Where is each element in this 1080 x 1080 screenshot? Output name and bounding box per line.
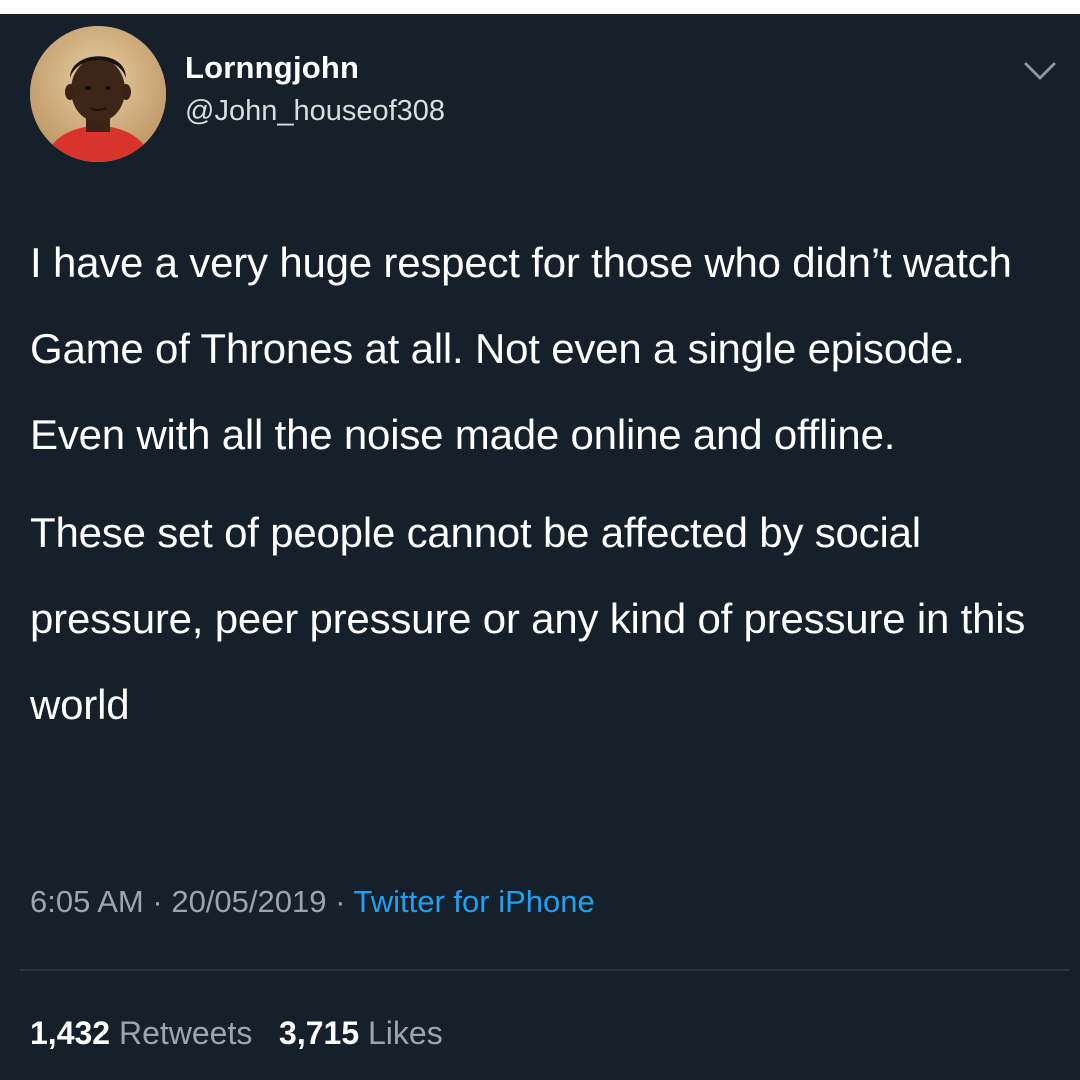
- meta-separator: ·: [152, 884, 163, 919]
- divider: [20, 969, 1070, 971]
- user-info: Lornngjohn @John_houseof308: [185, 48, 445, 130]
- tweet-source-link[interactable]: Twitter for iPhone: [354, 884, 595, 919]
- user-handle[interactable]: @John_houseof308: [185, 92, 445, 130]
- retweets-label: Retweets: [118, 1015, 253, 1051]
- tweet-date[interactable]: 20/05/2019: [171, 884, 326, 919]
- tweet-text: I have a very huge respect for those who…: [30, 220, 1060, 748]
- meta-separator: ·: [335, 884, 346, 919]
- tweet-metadata: 6:05 AM · 20/05/2019 · Twitter for iPhon…: [30, 882, 595, 922]
- tweet-stats: 1,432 Retweets 3,715 Likes: [30, 1012, 443, 1054]
- likes-count: 3,715: [279, 1015, 360, 1051]
- tweet-paragraph: I have a very huge respect for those who…: [30, 239, 1012, 458]
- tweet-time[interactable]: 6:05 AM: [30, 884, 144, 919]
- retweets-count: 1,432: [30, 1015, 111, 1051]
- display-name[interactable]: Lornngjohn: [185, 48, 445, 88]
- avatar-image: [30, 26, 166, 162]
- likes-stat[interactable]: 3,715 Likes: [279, 1015, 443, 1051]
- tweet-paragraph: These set of people cannot be affected b…: [30, 509, 1026, 728]
- avatar[interactable]: [30, 26, 166, 162]
- chevron-down-icon[interactable]: [1020, 56, 1060, 86]
- tweet-header: Lornngjohn @John_houseof308: [30, 26, 1060, 162]
- tweet-card: Lornngjohn @John_houseof308 I have a ver…: [0, 14, 1080, 1080]
- likes-label: Likes: [368, 1015, 443, 1051]
- retweets-stat[interactable]: 1,432 Retweets: [30, 1015, 261, 1051]
